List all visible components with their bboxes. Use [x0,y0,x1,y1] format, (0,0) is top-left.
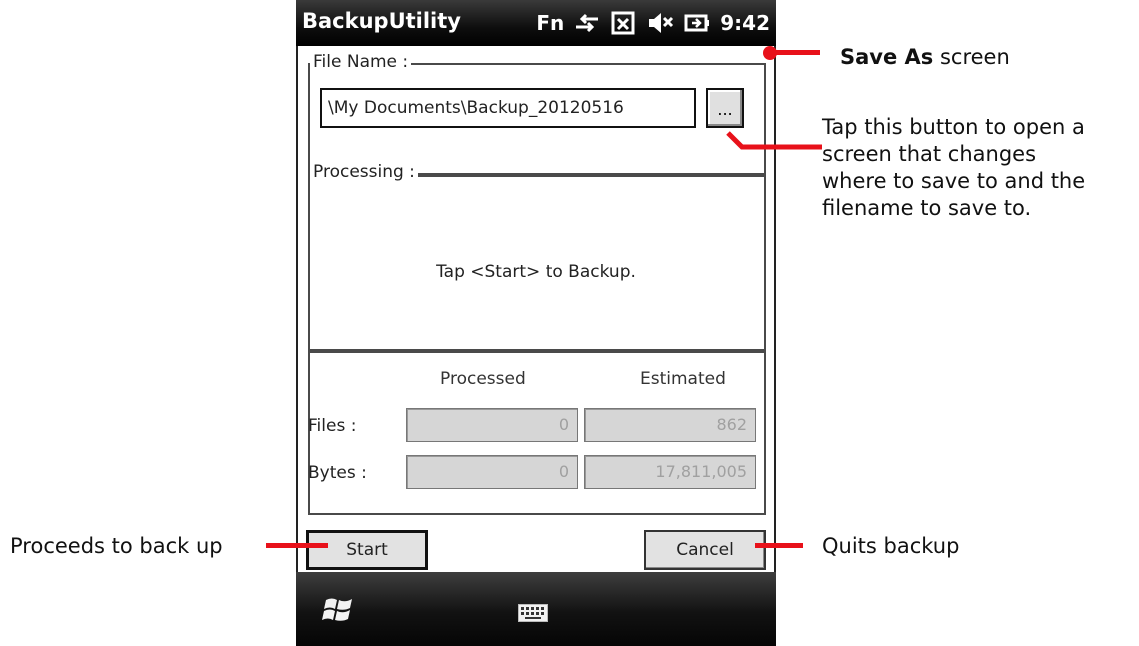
start-button[interactable]: Start [306,530,428,570]
windows-start-icon[interactable] [322,596,356,630]
status-bar: Fn 9:42 [536,6,770,40]
device-screen: BackupUtility Fn 9:42 File Name: \My Do… [296,0,776,646]
bytes-processed-field: 0 [406,455,578,489]
speaker-mute-icon[interactable] [646,10,674,36]
browse-connector [726,131,822,150]
battery-charging-icon[interactable] [684,11,710,35]
keyboard-icon[interactable] [518,604,548,626]
browse-note-line-3: where to save to and the [822,169,1086,193]
fn-indicator: Fn [536,11,565,35]
estimated-header: Estimated [640,369,726,389]
browse-annotation: Tap this button to open a screen that ch… [822,114,1085,222]
taskbar [296,572,776,646]
save-as-line [770,50,820,55]
clock: 9:42 [720,11,770,35]
cancel-line [755,543,803,548]
start-line [266,543,328,548]
processing-label: Processing : [310,162,418,182]
save-as-annotation: Save As screen [840,45,1010,69]
save-as-rest: screen [933,45,1010,69]
cancel-annotation: Quits backup [822,534,960,558]
cancel-button[interactable]: Cancel [644,530,766,570]
files-estimated-field: 862 [584,408,756,442]
processed-header: Processed [440,369,526,389]
signal-off-icon[interactable] [610,10,636,36]
bytes-label: Bytes : [308,463,367,483]
file-name-input[interactable]: \My Documents\Backup_20120516 [320,88,696,128]
browse-note-line-2: screen that changes [822,142,1037,166]
browse-note-line-4: filename to save to. [822,196,1032,220]
bytes-estimated-field: 17,811,005 [584,455,756,489]
app-content: File Name : \My Documents\Backup_2012051… [296,46,776,572]
files-processed-field: 0 [406,408,578,442]
processing-message: Tap <Start> to Backup. [436,262,636,282]
title-bar: BackupUtility Fn 9:42 [296,0,776,46]
browse-button[interactable]: ... [706,88,744,128]
connectivity-icon[interactable] [574,11,600,35]
files-label: Files : [308,416,357,436]
app-title: BackupUtility [302,9,461,33]
file-name-label: File Name : [310,52,412,72]
save-as-bold: Save As [840,45,934,69]
start-annotation: Proceeds to back up [10,534,223,558]
browse-note-line-1: Tap this button to open a [822,115,1085,139]
